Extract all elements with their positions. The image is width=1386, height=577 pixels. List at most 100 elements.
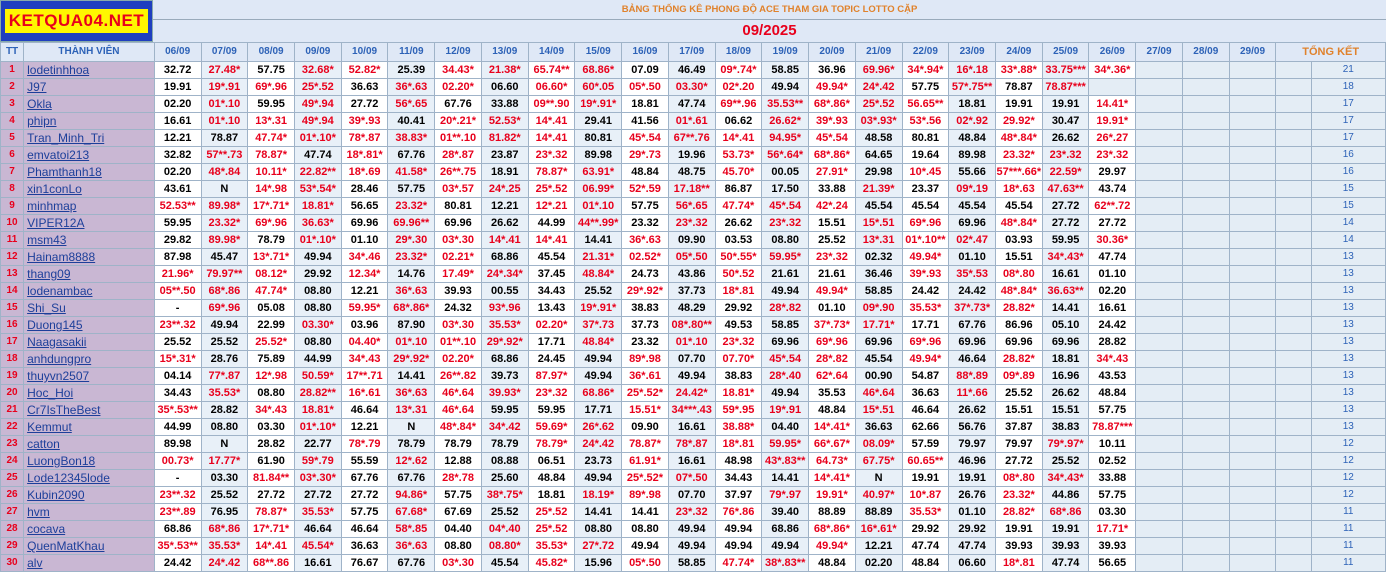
member-link[interactable]: phipn (27, 114, 56, 128)
member-link[interactable]: Shi_Su (27, 301, 66, 315)
member-link[interactable]: Kemmut (27, 420, 72, 434)
row-number: 22 (0, 418, 25, 436)
member-link[interactable]: Lode12345lode (27, 471, 110, 485)
empty-cell (1181, 129, 1230, 147)
empty-cell (1181, 520, 1230, 538)
value-cell: 69*.96 (247, 214, 295, 232)
value-cell: 05**.50 (153, 282, 202, 300)
member-link[interactable]: msm43 (27, 233, 66, 247)
member-link[interactable]: Tran_Minh_Tri (27, 131, 104, 145)
empty-cell (1228, 350, 1277, 368)
value-cell: 47.74 (948, 537, 996, 555)
value-cell: 68*.86 (200, 520, 249, 538)
empty-cell (1228, 435, 1277, 453)
value-cell: 23*.32 (667, 214, 716, 232)
value-cell: 23.32* (200, 214, 249, 232)
member-link[interactable]: J97 (27, 80, 46, 94)
value-cell: 24*.42 (200, 554, 249, 572)
value-cell: 14.41 (574, 231, 623, 249)
member-link[interactable]: Hainam8888 (27, 250, 95, 264)
value-cell: 38.83 (1041, 418, 1090, 436)
value-cell: 34.43 (527, 282, 576, 300)
value-cell: 48.84 (1088, 384, 1137, 402)
member-link[interactable]: cocava (27, 522, 65, 536)
member-link[interactable]: anhdungpro (27, 352, 91, 366)
value-cell: 69**.96 (714, 95, 763, 113)
value-cell: 04.40 (434, 520, 482, 538)
value-cell: 68*.86* (808, 146, 856, 164)
value-cell: 57.75 (621, 197, 669, 215)
value-cell: 28.76 (200, 350, 249, 368)
empty-cell (1135, 231, 1183, 249)
member-link[interactable]: hvm (27, 505, 50, 519)
value-cell: 47.74 (901, 537, 950, 555)
value-cell: 37.45 (527, 265, 576, 283)
value-cell: 38.83 (621, 299, 669, 317)
member-link[interactable]: minhmap (27, 199, 76, 213)
value-cell: 59*.79 (293, 452, 342, 470)
total-cell: 13 (1310, 367, 1386, 385)
value-cell: 16.61 (1041, 265, 1090, 283)
value-cell: 57.75 (247, 61, 295, 79)
empty-cell (1135, 384, 1183, 402)
table-row: 13 thang09 21.96* 79.97** 08.12* 29.92 12.34* 1… (0, 265, 1386, 283)
empty-cell (1275, 384, 1312, 402)
value-cell: 25*.52 (854, 95, 903, 113)
value-cell: 02.20 (1088, 282, 1137, 300)
member-link[interactable]: QuenMatKhau (27, 539, 104, 553)
total-cell: 17 (1310, 95, 1386, 113)
tt-header: TT (0, 42, 25, 62)
value-cell: 13*.31 (247, 112, 295, 130)
member-link[interactable]: alv (27, 556, 42, 570)
value-cell: 27.72 (1041, 197, 1090, 215)
member-link[interactable]: Kubin2090 (27, 488, 84, 502)
empty-cell (1181, 367, 1230, 385)
empty-cell (1228, 367, 1277, 385)
value-cell: 78*.87 (667, 435, 716, 453)
member-link[interactable]: lodetinhhoa (27, 63, 89, 77)
member-link[interactable]: Naagasakii (27, 335, 86, 349)
value-cell: 14*.41* (808, 469, 856, 487)
member-link[interactable]: VIPER12A (27, 216, 84, 230)
table-row: 11 msm43 29.82 89.98* 78.79 01*.10* 01.10 29*.3… (0, 231, 1386, 249)
row-number: 16 (0, 316, 25, 334)
value-cell: 47.74 (1088, 248, 1137, 266)
date-header: 06/09 (153, 42, 202, 62)
member-link[interactable]: Okla (27, 97, 52, 111)
empty-cell (1181, 180, 1230, 198)
value-cell: 01.10 (948, 248, 996, 266)
member-link[interactable]: catton (27, 437, 60, 451)
member-link[interactable]: lodenambac (27, 284, 92, 298)
value-cell: 17.77* (200, 452, 249, 470)
empty-cell (1135, 554, 1183, 572)
row-number: 10 (0, 214, 25, 232)
empty-cell (1275, 554, 1312, 572)
member-link[interactable]: thuyvn2507 (27, 369, 89, 383)
member-link[interactable]: Phamthanh18 (27, 165, 102, 179)
total-cell: 15 (1310, 197, 1386, 215)
value-cell: 46*.64 (854, 384, 903, 402)
value-cell: 45*.54 (621, 129, 669, 147)
member-link[interactable]: Hoc_Hoi (27, 386, 73, 400)
member-link[interactable]: Duong145 (27, 318, 82, 332)
value-cell: 09*.74* (714, 61, 763, 79)
member-link[interactable]: emvatoi213 (27, 148, 89, 162)
value-cell: 44**.99* (574, 214, 623, 232)
value-cell: 25.52 (480, 503, 529, 521)
value-cell: 80.81 (574, 129, 623, 147)
empty-cell (1228, 248, 1277, 266)
site-logo[interactable]: KETQUA04.NET (0, 0, 153, 42)
member-link[interactable]: Cr7IsTheBest (27, 403, 100, 417)
member-link[interactable]: LuongBon18 (27, 454, 95, 468)
member-cell: Hainam8888 (23, 248, 155, 266)
value-cell: 17.71 (574, 401, 623, 419)
empty-cell (1228, 418, 1277, 436)
member-link[interactable]: thang09 (27, 267, 70, 281)
date-header: 26/09 (1088, 42, 1137, 62)
value-cell: 28*.82 (808, 350, 856, 368)
value-cell: 29*.73 (621, 146, 669, 164)
value-cell: 07.09 (621, 61, 669, 79)
date-header: 28/09 (1181, 42, 1230, 62)
value-cell: 05*.50 (621, 554, 669, 572)
member-link[interactable]: xin1conLo (27, 182, 82, 196)
